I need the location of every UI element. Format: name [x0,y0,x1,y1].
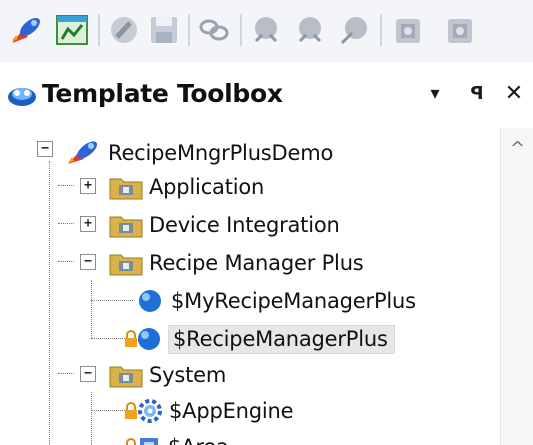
panel-title: Template Toolbox [42,79,283,108]
tree-item-system[interactable]: System [108,356,226,394]
toolbar-separator [380,14,382,46]
tree-item-application[interactable]: Application [108,168,264,206]
tree-item-label: $MyRecipeManagerPlus [171,289,416,313]
tree-item-area[interactable]: $Area [124,428,229,445]
tree-connector [58,223,74,224]
link-icon[interactable] [194,10,234,50]
tree-root[interactable]: RecipeMngrPlusDemo [66,134,333,172]
scroll-up-icon[interactable]: ^ [501,134,533,162]
tree-item-label: Application [149,175,265,199]
tree-item-device-integration[interactable]: Device Integration [108,206,340,244]
tree-connector [58,261,74,262]
rocket-icon [68,141,98,164]
undeploy-icon[interactable] [290,10,330,50]
toolbar-separator [98,14,100,46]
deploy-icon[interactable] [246,10,286,50]
tree-item-label: $AppEngine [169,399,294,423]
tree-connector [91,280,92,338]
collapse-toggle[interactable]: − [80,366,96,382]
expand-toggle[interactable]: + [80,216,96,232]
tree-connector [91,392,92,445]
folder-icon [109,254,143,276]
save-icon[interactable] [144,10,184,50]
tree-item-label: $Area [168,435,229,445]
tree-connector [58,373,74,374]
template-tree[interactable]: − RecipeMngrPlusDemo + Application + Dev… [0,128,500,445]
template-ball-icon [139,290,161,312]
vertical-scrollbar[interactable]: ^ [500,128,533,445]
toolbar-separator [240,14,242,46]
dashboard-icon[interactable] [52,10,92,50]
collapse-toggle[interactable]: − [37,141,53,157]
export-icon[interactable] [440,10,480,50]
close-icon[interactable]: ✕ [500,78,528,108]
tree-item-recipe-manager-plus-template[interactable]: $RecipeManagerPlus [124,320,395,358]
tree-item-label: Device Integration [149,213,340,237]
tree-connector [49,161,50,445]
folder-icon [109,216,143,238]
tree-connector [58,185,74,186]
expand-toggle[interactable]: + [80,178,96,194]
dropdown-icon[interactable]: ▾ [421,78,449,108]
rocket-icon[interactable] [6,10,46,50]
toolbox-icon [6,80,38,108]
tree-item-my-recipe-manager-plus[interactable]: $MyRecipeManagerPlus [137,282,416,320]
upload-icon[interactable] [334,10,374,50]
pin-icon[interactable]: ꟼ [463,78,491,108]
tree-item-recipe-manager-plus[interactable]: Recipe Manager Plus [108,244,364,282]
import-icon[interactable] [388,10,428,50]
toolbar [0,0,533,62]
collapse-toggle[interactable]: − [80,254,96,270]
tree-item-app-engine[interactable]: $AppEngine [124,392,294,430]
edit-icon[interactable] [104,10,144,50]
template-ball-icon [138,328,160,350]
tree-item-label: System [149,363,227,387]
folder-icon [109,366,143,388]
area-icon [140,438,158,445]
engine-gear-icon [138,399,162,423]
tree-item-label-selected: $RecipeManagerPlus [168,324,395,354]
tree-connector [91,300,133,301]
tree-item-label: Recipe Manager Plus [149,251,364,275]
folder-icon [109,178,143,200]
tree-root-label: RecipeMngrPlusDemo [108,141,334,165]
toolbar-separator [188,14,190,46]
template-toolbox-window: Template Toolbox ▾ ꟼ ✕ − RecipeMngrPlusD… [0,0,533,445]
panel-header: Template Toolbox ▾ ꟼ ✕ [0,68,533,120]
